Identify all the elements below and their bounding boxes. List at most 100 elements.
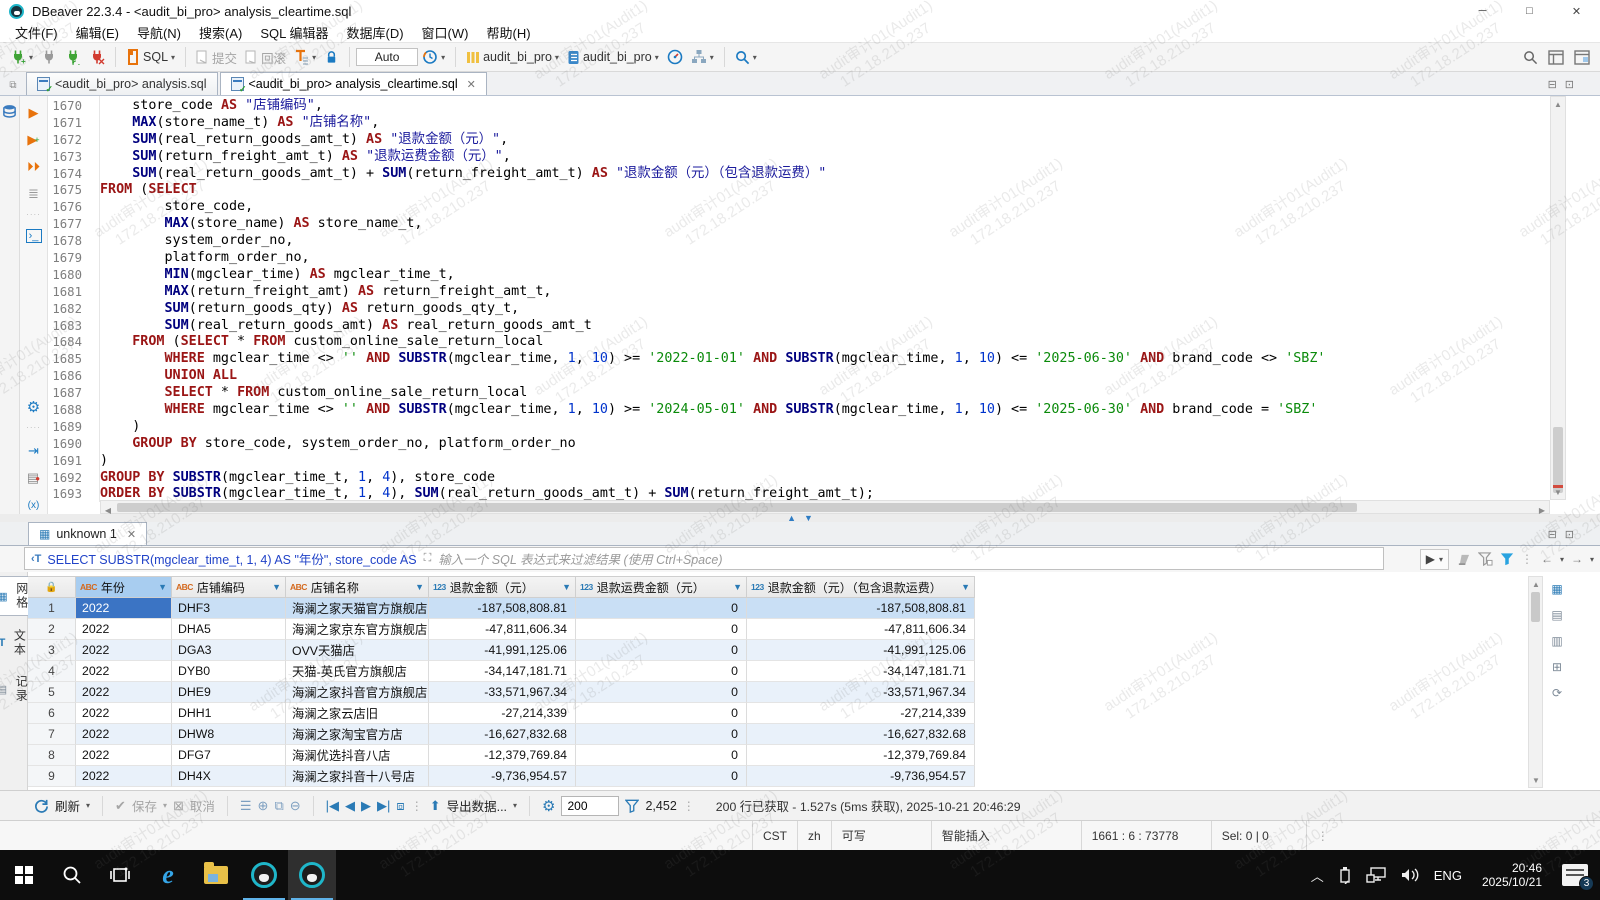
close-button[interactable]: ✕ bbox=[1553, 0, 1600, 22]
results-tab-unknown1[interactable]: ▦ unknown 1 ✕ bbox=[28, 522, 147, 545]
grid-corner-cell[interactable]: 🔒 bbox=[28, 576, 76, 598]
scrollbar-thumb[interactable] bbox=[117, 503, 1357, 512]
tab-close-icon[interactable]: ✕ bbox=[467, 78, 476, 91]
grid-cell[interactable]: -33,571,967.34 bbox=[429, 682, 576, 703]
add-row-icon[interactable]: ⊕ bbox=[258, 798, 269, 814]
grid-cell[interactable]: 海澜之家抖音官方旗舰店 bbox=[286, 682, 429, 703]
grid-cell[interactable]: 2022 bbox=[76, 619, 172, 640]
grid-cell[interactable]: -9,736,954.57 bbox=[747, 766, 975, 787]
grid-vertical-scrollbar[interactable]: ▲ ▼ bbox=[1528, 576, 1543, 788]
refresh-button[interactable]: 刷新 bbox=[55, 796, 80, 815]
volume-tray-icon[interactable] bbox=[1400, 867, 1420, 883]
remove-filter-icon[interactable] bbox=[1478, 552, 1493, 566]
table-row[interactable]: 22022DHA5海澜之家京东官方旗舰店-47,811,606.340-47,8… bbox=[28, 619, 975, 640]
grid-cell[interactable]: -16,627,832.68 bbox=[429, 724, 576, 745]
lock-button[interactable] bbox=[321, 48, 342, 67]
editor-layout-icon[interactable] bbox=[1574, 50, 1590, 65]
dropdown-arrow-icon[interactable]: ▾ bbox=[1590, 555, 1594, 564]
grid-cell[interactable]: 0 bbox=[576, 619, 747, 640]
grid-cell[interactable]: -27,214,339 bbox=[429, 703, 576, 724]
code-line[interactable]: 1673 SUM(return_freight_amt_t) AS "退款运费金… bbox=[48, 149, 1550, 166]
grid-cell[interactable]: DYB0 bbox=[172, 661, 286, 682]
grid-cell[interactable]: 天猫-英氏官方旗舰店 bbox=[286, 661, 429, 682]
grid-cell[interactable]: -41,991,125.06 bbox=[747, 640, 975, 661]
menu-item-7[interactable]: 帮助(H) bbox=[477, 21, 539, 44]
table-row[interactable]: 82022DFG7海澜优选抖音八店-12,379,769.840-12,379,… bbox=[28, 745, 975, 766]
commit-button[interactable]: 提交 bbox=[193, 46, 240, 69]
row-number-cell[interactable]: 7 bbox=[28, 724, 76, 745]
save-button[interactable]: 保存 bbox=[132, 796, 157, 815]
code-line[interactable]: 1688 WHERE mgclear_time <> '' AND SUBSTR… bbox=[48, 402, 1550, 419]
usb-tray-icon[interactable] bbox=[1338, 866, 1352, 884]
code-line[interactable]: 1689 ) bbox=[48, 419, 1550, 436]
grid-cell[interactable]: 0 bbox=[576, 661, 747, 682]
grid-cell[interactable]: 0 bbox=[576, 682, 747, 703]
table-row[interactable]: 12022DHF3海澜之家天猫官方旗舰店-187,508,808.810-187… bbox=[28, 598, 975, 619]
grid-cell[interactable]: -34,147,181.71 bbox=[747, 661, 975, 682]
code-line[interactable]: 1677 MAX(store_name) AS store_name_t, bbox=[48, 216, 1550, 233]
row-number-cell[interactable]: 9 bbox=[28, 766, 76, 787]
grid-cell[interactable]: -41,991,125.06 bbox=[429, 640, 576, 661]
grid-cell[interactable]: 海澜优选抖音八店 bbox=[286, 745, 429, 766]
fetch-size-input[interactable] bbox=[561, 796, 619, 816]
grid-cell[interactable]: 海澜之家抖音十八号店 bbox=[286, 766, 429, 787]
column-header-5[interactable]: 123退款金额（元）（包含退款运费）▼ bbox=[747, 576, 975, 598]
transaction-log-button[interactable]: ▾ bbox=[291, 47, 319, 67]
menu-item-4[interactable]: SQL 编辑器 bbox=[251, 21, 337, 44]
apply-filter-icon[interactable]: ▶ bbox=[1426, 552, 1435, 566]
code-line[interactable]: 1690 GROUP BY store_code, system_order_n… bbox=[48, 436, 1550, 453]
grid-cell[interactable]: DHE9 bbox=[172, 682, 286, 703]
grid-cell[interactable]: 海澜之家淘宝官方店 bbox=[286, 724, 429, 745]
code-line[interactable]: 1676 store_code, bbox=[48, 199, 1550, 216]
table-row[interactable]: 32022DGA3OVV天猫店-41,991,125.060-41,991,12… bbox=[28, 640, 975, 661]
code-line[interactable]: 1691) bbox=[48, 453, 1550, 470]
dbeaver-taskbar-button-2[interactable] bbox=[288, 850, 336, 900]
grid-cell[interactable]: DH4X bbox=[172, 766, 286, 787]
scroll-down-icon[interactable]: ▼ bbox=[1529, 773, 1543, 787]
grid-cell[interactable]: -47,811,606.34 bbox=[747, 619, 975, 640]
table-row[interactable]: 62022DHH1海澜之家云店旧-27,214,3390-27,214,339 bbox=[28, 703, 975, 724]
status-language[interactable]: zh bbox=[797, 821, 831, 850]
grid-cell[interactable]: 海澜之家云店旧 bbox=[286, 703, 429, 724]
taskbar-search-button[interactable] bbox=[48, 850, 96, 900]
panel-refresh-icon[interactable]: ⟳ bbox=[1552, 686, 1562, 700]
result-grid[interactable]: 🔒ABC年份▼ABC店铺编码▼ABC店铺名称▼123退款金额（元）▼123退款运… bbox=[28, 576, 975, 787]
grid-cell[interactable]: 0 bbox=[576, 745, 747, 766]
row-number-cell[interactable]: 4 bbox=[28, 661, 76, 682]
output-console-icon[interactable]: (x) bbox=[25, 496, 43, 514]
code-line[interactable]: 1679 platform_order_no, bbox=[48, 250, 1550, 267]
error-log-icon[interactable]: ▤● bbox=[25, 469, 43, 487]
menu-item-2[interactable]: 导航(N) bbox=[128, 21, 190, 44]
dropdown-arrow-icon[interactable]: ▾ bbox=[163, 801, 167, 810]
grid-cell[interactable]: -9,736,954.57 bbox=[429, 766, 576, 787]
grid-cell[interactable]: -16,627,832.68 bbox=[747, 724, 975, 745]
database-selector[interactable]: audit_bi_pro ▾ bbox=[463, 48, 562, 67]
search-button[interactable]: ▾ bbox=[732, 48, 760, 67]
settings-gear-icon[interactable]: ⚙ bbox=[25, 398, 43, 416]
filter-query-text[interactable]: SELECT SUBSTR(mgclear_time_t, 1, 4) AS "… bbox=[47, 549, 416, 568]
grid-settings-gear-icon[interactable]: ⚙ bbox=[542, 797, 555, 815]
grid-cell[interactable]: 2022 bbox=[76, 598, 172, 619]
file-explorer-button[interactable] bbox=[192, 850, 240, 900]
grid-cell[interactable]: -12,379,769.84 bbox=[429, 745, 576, 766]
restore-panel-icon[interactable]: ⧉ bbox=[0, 80, 26, 95]
menu-item-3[interactable]: 搜索(A) bbox=[190, 21, 251, 44]
tab-close-icon[interactable]: ✕ bbox=[127, 528, 136, 541]
row-number-cell[interactable]: 6 bbox=[28, 703, 76, 724]
code-line[interactable]: 1674 SUM(real_return_goods_amt_t) + SUM(… bbox=[48, 166, 1550, 183]
row-number-cell[interactable]: 8 bbox=[28, 745, 76, 766]
grid-cell[interactable]: -187,508,808.81 bbox=[747, 598, 975, 619]
code-line[interactable]: 1685 WHERE mgclear_time <> '' AND SUBSTR… bbox=[48, 351, 1550, 368]
edit-cell-icon[interactable]: ☰ bbox=[240, 798, 252, 814]
column-header-2[interactable]: ABC店铺名称▼ bbox=[286, 576, 429, 598]
duplicate-row-icon[interactable]: ⧉ bbox=[274, 798, 283, 814]
grid-cell[interactable]: 0 bbox=[576, 766, 747, 787]
dashboard-button[interactable] bbox=[664, 47, 686, 67]
grid-cell[interactable]: -47,811,606.34 bbox=[429, 619, 576, 640]
row-number-cell[interactable]: 1 bbox=[28, 598, 76, 619]
network-tray-icon[interactable] bbox=[1366, 867, 1386, 883]
dbeaver-taskbar-button-1[interactable] bbox=[240, 850, 288, 900]
results-minimize-icon[interactable]: ⊟ bbox=[1548, 528, 1557, 541]
column-dropdown-icon[interactable]: ▼ bbox=[961, 582, 970, 592]
grid-cell[interactable]: 海澜之家天猫官方旗舰店 bbox=[286, 598, 429, 619]
